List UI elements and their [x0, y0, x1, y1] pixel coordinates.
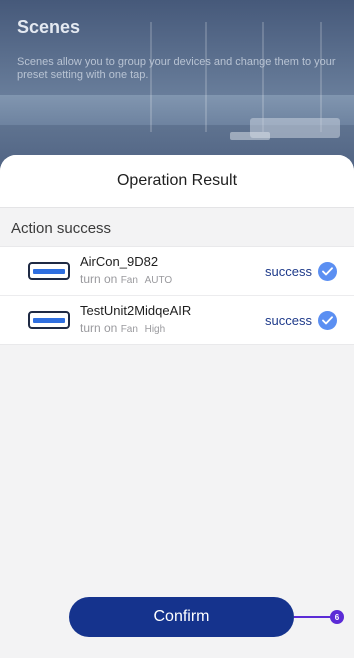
- result-row: TestUnit2MidqeAIR turn on Fan High succe…: [0, 295, 354, 344]
- result-list: AirCon_9D82 turn on Fan AUTO success Tes…: [0, 246, 354, 345]
- scenes-background: Scenes Scenes allow you to group your de…: [0, 0, 354, 175]
- status: success: [265, 261, 337, 281]
- action-verb: turn on: [80, 272, 118, 286]
- status: success: [265, 310, 337, 330]
- step-number-badge: 6: [330, 610, 344, 624]
- checkmark-circle-icon: [318, 261, 337, 281]
- device-action: turn on Fan High: [80, 321, 265, 337]
- air-conditioner-icon: [28, 311, 70, 329]
- hero-sky: [0, 0, 354, 100]
- table-illustration: [230, 132, 270, 140]
- scenes-title: Scenes: [17, 17, 81, 37]
- operation-result-sheet: Operation Result Action success AirCon_9…: [0, 155, 354, 658]
- device-text: AirCon_9D82 turn on Fan AUTO: [80, 254, 265, 288]
- device-action: turn on Fan AUTO: [80, 272, 265, 288]
- confirm-button[interactable]: Confirm: [69, 597, 294, 637]
- device-name: TestUnit2MidqeAIR: [80, 303, 192, 318]
- screen: Scenes Scenes allow you to group your de…: [0, 0, 354, 658]
- annotation-connector: [294, 616, 330, 618]
- device-text: TestUnit2MidqeAIR turn on Fan High: [80, 303, 265, 337]
- sheet-header: Operation Result: [0, 155, 354, 208]
- air-conditioner-icon: [28, 262, 70, 280]
- result-row: AirCon_9D82 turn on Fan AUTO success: [0, 247, 354, 295]
- section-label: Action success: [11, 219, 112, 237]
- device-name: AirCon_9D82: [80, 254, 159, 269]
- action-setting: High: [144, 324, 166, 335]
- action-mode: Fan: [120, 324, 138, 335]
- status-text: success: [265, 312, 312, 328]
- action-verb: turn on: [80, 321, 118, 335]
- scenes-description: Scenes allow you to group your devices a…: [17, 56, 336, 81]
- checkmark-circle-icon: [318, 310, 337, 330]
- action-mode: Fan: [120, 275, 138, 286]
- action-setting: AUTO: [144, 275, 173, 286]
- status-text: success: [265, 263, 312, 279]
- sheet-title: Operation Result: [116, 172, 238, 189]
